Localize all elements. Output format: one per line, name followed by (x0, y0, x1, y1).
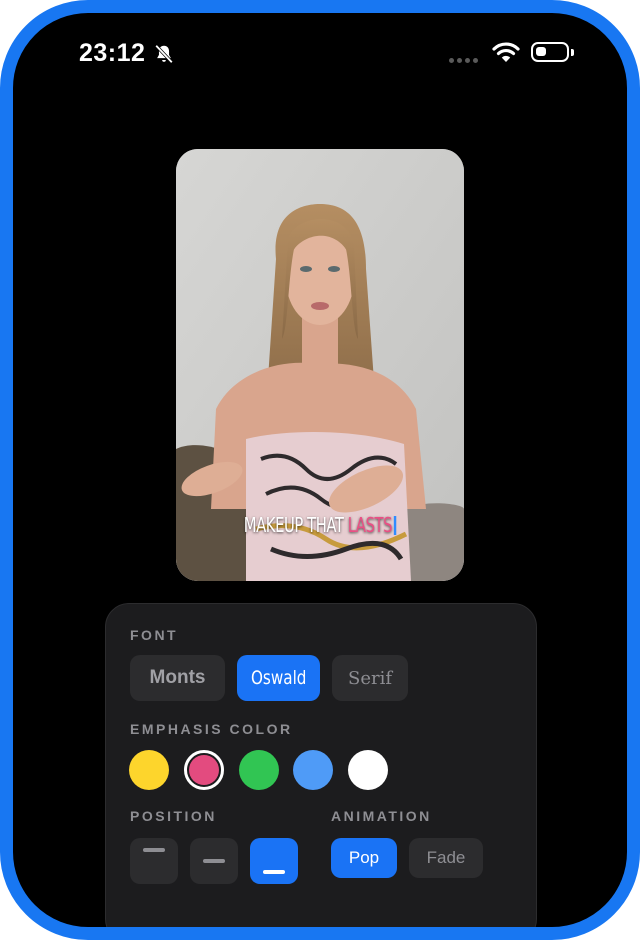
font-option-serif[interactable]: Serif (332, 655, 408, 701)
animation-section-label: ANIMATION (331, 808, 432, 824)
position-top-icon (143, 848, 165, 852)
caption-emphasis-word: LASTS (347, 513, 393, 537)
battery-tip (571, 49, 574, 56)
emphasis-color-section-label: EMPHASIS COLOR (130, 721, 293, 737)
video-preview[interactable]: MAKEUP THAT LASTS (176, 149, 464, 581)
animation-option-label: Pop (348, 848, 380, 867)
emphasis-color-white[interactable] (348, 750, 388, 790)
emphasis-color-blue[interactable] (293, 750, 333, 790)
phone-frame: 23:12 MAKEUP THAT LASTS FONT Monts Oswal… (0, 0, 640, 940)
font-option-oswald[interactable]: Oswald (237, 655, 320, 701)
status-time: 23:12 (79, 39, 146, 67)
battery-icon (531, 42, 569, 62)
bell-slash-icon (155, 44, 173, 64)
animation-option-fade[interactable]: Fade (409, 838, 483, 878)
caption-text: MAKEUP THAT (243, 513, 348, 537)
caption-cursor (393, 516, 397, 535)
position-bottom-button[interactable] (250, 838, 298, 884)
caption-style-panel: FONT Monts Oswald Serif EMPHASIS COLOR P… (105, 603, 537, 927)
position-section-label: POSITION (130, 808, 217, 824)
signal-dots-icon (449, 58, 478, 63)
video-caption: MAKEUP THAT LASTS (202, 513, 438, 537)
position-bottom-icon (263, 870, 285, 874)
font-section-label: FONT (130, 627, 179, 643)
animation-option-label: Fade (426, 848, 466, 867)
position-top-button[interactable] (130, 838, 178, 884)
position-middle-button[interactable] (190, 838, 238, 884)
emphasis-color-yellow[interactable] (129, 750, 169, 790)
font-option-label: Serif (347, 667, 392, 689)
font-option-monts[interactable]: Monts (130, 655, 225, 701)
wifi-icon (492, 42, 520, 62)
position-middle-icon (203, 859, 225, 863)
animation-option-pop[interactable]: Pop (331, 838, 397, 878)
emphasis-color-green[interactable] (239, 750, 279, 790)
font-option-label: Oswald (250, 667, 307, 689)
font-option-label: Monts (149, 667, 206, 688)
emphasis-color-pink[interactable] (184, 750, 224, 790)
